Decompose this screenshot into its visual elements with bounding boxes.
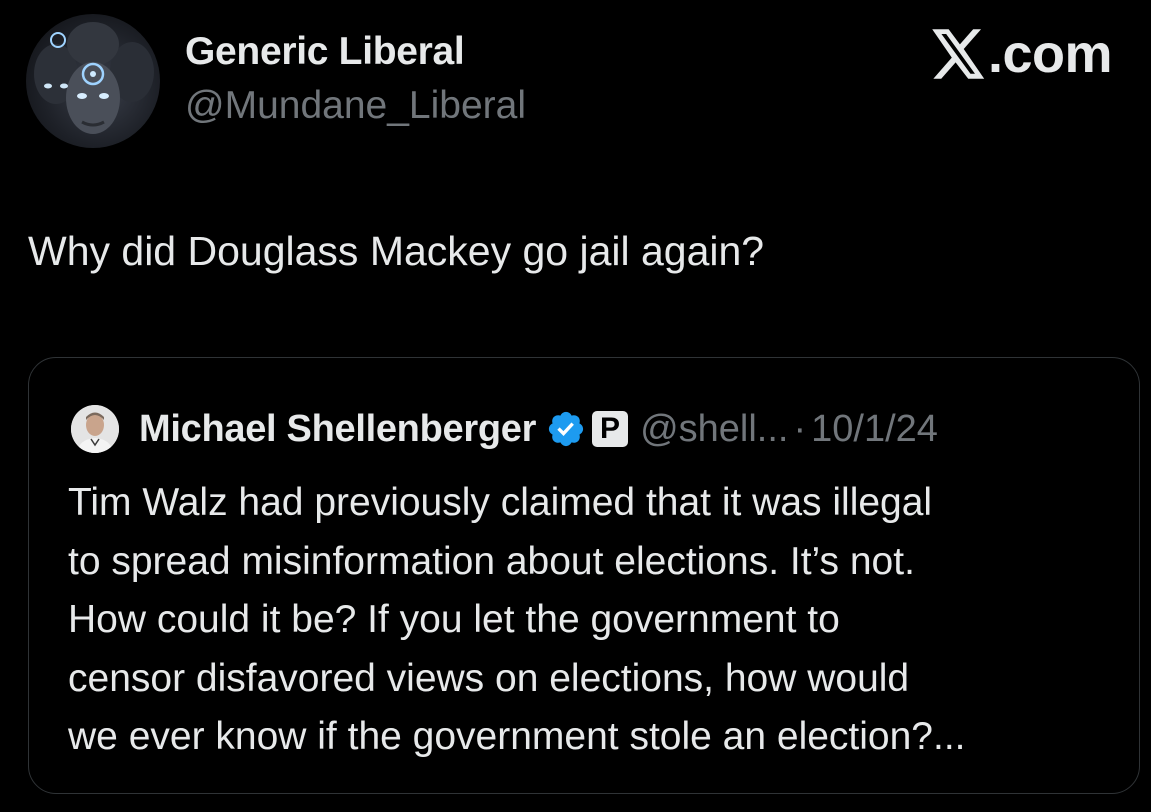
quoted-tweet[interactable]: Michael Shellenberger P @shell... · 10/1… bbox=[28, 357, 1140, 794]
tweet-card: Generic Liberal @Mundane_Liberal .com Wh… bbox=[0, 0, 1151, 812]
header-separator: · bbox=[793, 407, 807, 450]
quoted-author-avatar[interactable] bbox=[71, 405, 119, 453]
author-name[interactable]: Generic Liberal bbox=[185, 30, 465, 74]
quoted-author-handle[interactable]: @shell... bbox=[640, 408, 788, 451]
quoted-tweet-date[interactable]: 10/1/24 bbox=[811, 408, 938, 451]
author-handle[interactable]: @Mundane_Liberal bbox=[185, 84, 526, 128]
quoted-author-name[interactable]: Michael Shellenberger bbox=[139, 408, 536, 451]
affiliate-badge: P bbox=[592, 411, 629, 447]
quoted-tweet-line: Tim Walz had previously claimed that it … bbox=[68, 481, 933, 524]
quoted-tweet-line: we ever know if the government stole an … bbox=[68, 715, 966, 758]
brand-text: .com bbox=[988, 24, 1113, 84]
quoted-tweet-line: censor disfavored views on elections, ho… bbox=[68, 656, 910, 700]
profile-avatar-image bbox=[34, 22, 154, 134]
quoted-tweet-line: to spread misinformation about elections… bbox=[68, 539, 915, 583]
author-avatar[interactable] bbox=[26, 14, 160, 148]
quoted-tweet-text: Tim Walz had previously claimed that it … bbox=[68, 474, 1128, 767]
quoted-tweet-header: Michael Shellenberger P @shell... · 10/1… bbox=[71, 402, 938, 456]
tweet-text: Why did Douglass Mackey go jail again? bbox=[28, 228, 765, 274]
quoted-tweet-line: How could it be? If you let the governme… bbox=[68, 598, 840, 641]
brand-watermark: .com bbox=[932, 24, 1113, 84]
x-logo-icon bbox=[932, 29, 985, 79]
verified-badge-icon bbox=[548, 411, 584, 447]
quoted-profile-avatar-image bbox=[71, 405, 119, 453]
